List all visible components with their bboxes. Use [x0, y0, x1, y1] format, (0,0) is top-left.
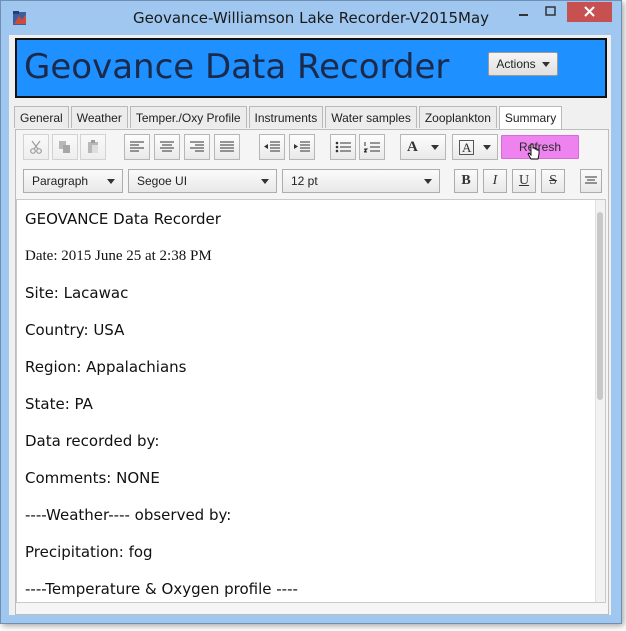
minimize-button[interactable]: [511, 2, 537, 22]
close-button[interactable]: [567, 2, 612, 22]
minimize-icon: [519, 14, 528, 16]
font-family-select[interactable]: Segoe UI: [128, 169, 277, 193]
justify-icon: [220, 141, 234, 152]
align-right-icon: [190, 141, 204, 152]
bullet-list-icon: [335, 141, 351, 153]
doc-line: ----Weather---- observed by:: [25, 506, 232, 524]
tab-weather[interactable]: Weather: [70, 106, 128, 128]
actions-button[interactable]: Actions: [488, 52, 558, 76]
page-title: Geovance Data Recorder: [24, 47, 450, 87]
align-center-icon: [585, 176, 597, 184]
bullet-list-button[interactable]: [330, 134, 356, 160]
underline-button[interactable]: U: [512, 169, 536, 193]
mouse-pointer-icon: [527, 143, 540, 160]
align-left-icon: [130, 141, 144, 152]
doc-line: ----Temperature & Oxygen profile ----: [25, 580, 298, 598]
tab-water-samples[interactable]: Water samples: [325, 106, 417, 128]
doc-line: Country: USA: [25, 321, 125, 339]
doc-line: Precipitation: fog: [25, 543, 153, 561]
outdent-icon: [264, 141, 280, 152]
paste-button[interactable]: [80, 134, 106, 160]
tab-temper-oxy-profile[interactable]: Temper./Oxy Profile: [129, 106, 247, 128]
chevron-down-icon: [261, 179, 269, 184]
align-center-icon: [160, 141, 174, 152]
tab-strip: General Weather Temper./Oxy Profile Inst…: [14, 106, 563, 130]
vertical-scrollbar[interactable]: [595, 200, 605, 602]
document-body: GEOVANCE Data Recorder Date: 2015 June 2…: [25, 202, 585, 602]
align-right-button[interactable]: [184, 134, 210, 160]
close-icon: [584, 6, 595, 17]
strikethrough-button[interactable]: S: [541, 169, 565, 193]
tab-summary[interactable]: Summary: [498, 106, 563, 130]
increase-indent-button[interactable]: [289, 134, 315, 160]
maximize-icon: [545, 6, 556, 16]
tab-zooplankton[interactable]: Zooplankton: [418, 106, 497, 128]
paragraph-style-value: Paragraph: [32, 174, 89, 188]
title-bar[interactable]: Geovance-Williamson Lake Recorder-V2015M…: [1, 1, 621, 35]
app-window: Geovance-Williamson Lake Recorder-V2015M…: [0, 0, 622, 624]
cut-button[interactable]: [23, 134, 49, 160]
scissors-icon: [30, 140, 42, 154]
justify-button[interactable]: [214, 134, 240, 160]
chevron-down-icon: [431, 144, 439, 150]
doc-line: Site: Lacawac: [25, 284, 129, 302]
font-size-value: 12 pt: [291, 174, 318, 188]
paste-icon: [88, 140, 98, 153]
italic-button[interactable]: I: [483, 169, 507, 193]
chevron-down-icon: [424, 179, 432, 184]
numbered-list-icon: [364, 142, 380, 153]
app-header: Geovance Data Recorder Actions: [15, 38, 607, 98]
align-center-button[interactable]: [154, 134, 180, 160]
maximize-button[interactable]: [538, 2, 564, 22]
actions-label: Actions: [496, 57, 536, 71]
client-area: Geovance Data Recorder Actions General W…: [9, 35, 611, 615]
doc-line: Region: Appalachians: [25, 358, 187, 376]
font-color-icon: A: [407, 138, 418, 155]
decrease-indent-button[interactable]: [259, 134, 285, 160]
bold-button[interactable]: B: [454, 169, 478, 193]
paragraph-style-select[interactable]: Paragraph: [23, 169, 123, 193]
more-format-button[interactable]: [580, 169, 602, 193]
font-size-select[interactable]: 12 pt: [282, 169, 440, 193]
align-left-button[interactable]: [124, 134, 150, 160]
tab-general[interactable]: General: [14, 106, 69, 128]
doc-line: State: PA: [25, 395, 93, 413]
font-color-button[interactable]: A: [400, 134, 446, 160]
copy-icon: [59, 141, 70, 153]
doc-line: Date: 2015 June 25 at 2:38 PM: [25, 248, 212, 264]
copy-button[interactable]: [52, 134, 78, 160]
indent-icon: [294, 141, 310, 152]
font-family-value: Segoe UI: [137, 174, 188, 188]
scrollbar-thumb[interactable]: [597, 212, 603, 400]
chevron-down-icon: [483, 144, 491, 150]
doc-line: GEOVANCE Data Recorder: [25, 210, 221, 228]
doc-line: Comments: NONE: [25, 469, 160, 487]
numbered-list-button[interactable]: [359, 134, 385, 160]
summary-editor[interactable]: GEOVANCE Data Recorder Date: 2015 June 2…: [16, 199, 606, 603]
doc-line: Data recorded by:: [25, 432, 160, 450]
chevron-down-icon: [541, 61, 550, 67]
highlight-icon: A: [459, 139, 475, 155]
tab-instruments[interactable]: Instruments: [248, 106, 324, 128]
highlight-button[interactable]: A: [452, 134, 498, 160]
chevron-down-icon: [107, 179, 115, 184]
